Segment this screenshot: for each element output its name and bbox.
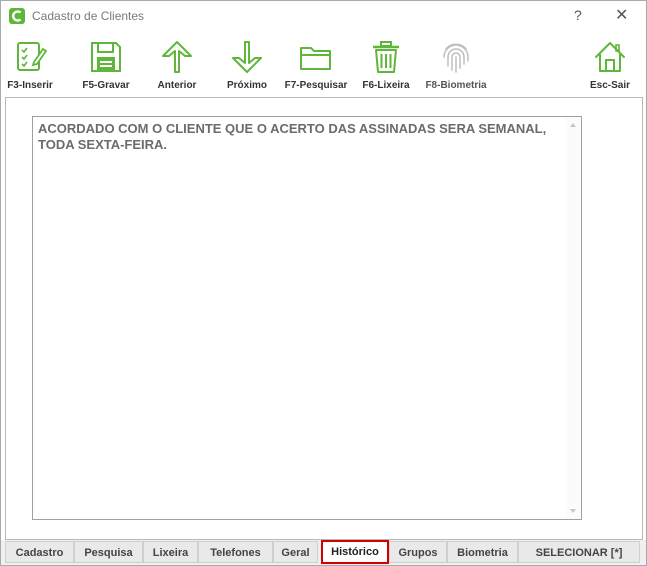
memo-vertical-scrollbar[interactable] <box>566 117 581 519</box>
home-icon <box>595 42 625 72</box>
next-button[interactable]: Próximo <box>222 32 272 96</box>
toolbar: F3-Inserir F5-Gravar Anterior Próximo F7… <box>1 32 646 96</box>
tab-geral[interactable]: Geral <box>273 541 318 563</box>
search-button[interactable]: F7-Pesquisar <box>284 32 348 96</box>
trash-button[interactable]: F6-Lixeira <box>358 32 414 96</box>
insert-button[interactable]: F3-Inserir <box>7 32 53 96</box>
folder-icon <box>300 47 331 70</box>
tab-biometria[interactable]: Biometria <box>447 541 518 563</box>
window-title: Cadastro de Clientes <box>32 9 145 23</box>
previous-button[interactable]: Anterior <box>153 32 201 96</box>
next-label: Próximo <box>226 80 267 91</box>
historico-panel: ACORDADO COM O CLIENTE QUE O ACERTO DAS … <box>5 97 643 540</box>
tab-historico[interactable]: Histórico <box>321 540 389 564</box>
tab-grupos[interactable]: Grupos <box>389 541 447 563</box>
exit-button[interactable]: Esc-Sair <box>587 32 633 96</box>
fingerprint-icon <box>443 43 469 73</box>
cadastro-clientes-window: Cadastro de Clientes ? ✕ F3-Inserir F5-G… <box>0 0 647 566</box>
edit-document-icon <box>17 42 47 71</box>
historico-memo[interactable]: ACORDADO COM O CLIENTE QUE O ACERTO DAS … <box>32 116 582 520</box>
historico-text[interactable]: ACORDADO COM O CLIENTE QUE O ACERTO DAS … <box>38 121 553 153</box>
bottom-tab-bar: Cadastro Pesquisa Lixeira Telefones Gera… <box>1 540 646 565</box>
save-label: F5-Gravar <box>82 80 130 91</box>
biometry-label: F8-Biometria <box>425 80 487 91</box>
selecionar-button[interactable]: SELECIONAR [*] <box>518 541 640 563</box>
close-button[interactable]: ✕ <box>615 5 628 25</box>
trash-label: F6-Lixeira <box>362 80 410 91</box>
tab-cadastro[interactable]: Cadastro <box>5 541 74 563</box>
arrow-down-icon <box>232 41 262 73</box>
save-button[interactable]: F5-Gravar <box>81 32 131 96</box>
tab-pesquisa[interactable]: Pesquisa <box>74 541 143 563</box>
biometry-button[interactable]: F8-Biometria <box>424 32 488 96</box>
scroll-up-icon[interactable] <box>570 123 576 127</box>
tab-lixeira[interactable]: Lixeira <box>143 541 198 563</box>
insert-label: F3-Inserir <box>7 80 53 91</box>
trash-icon <box>373 41 399 73</box>
save-disk-icon <box>91 42 121 72</box>
exit-label: Esc-Sair <box>589 80 631 91</box>
previous-label: Anterior <box>157 80 197 91</box>
search-label: F7-Pesquisar <box>284 80 348 91</box>
help-button[interactable]: ? <box>574 7 582 23</box>
app-logo-icon <box>9 8 25 24</box>
scroll-down-icon[interactable] <box>570 509 576 513</box>
title-bar: Cadastro de Clientes ? ✕ <box>1 1 646 32</box>
arrow-up-icon <box>162 41 192 73</box>
tab-telefones[interactable]: Telefones <box>198 541 273 563</box>
